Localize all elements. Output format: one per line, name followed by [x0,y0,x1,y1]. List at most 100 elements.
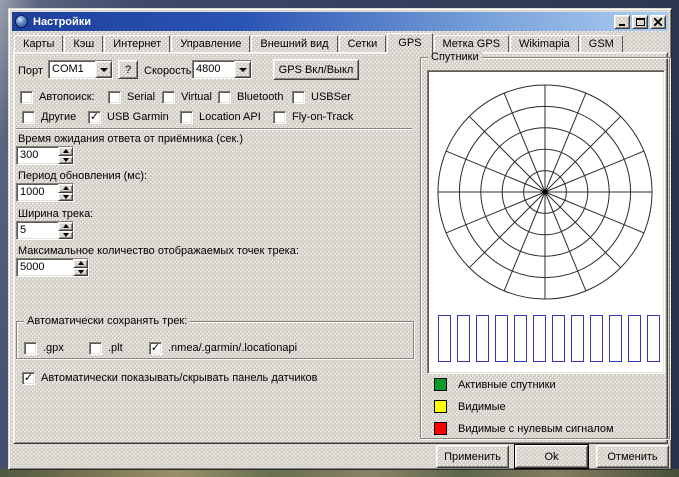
signal-bar [628,315,641,362]
update-period-value[interactable]: 1000 [17,184,58,201]
checkbox-serial[interactable]: Serial [108,90,155,104]
checkbox-label: Автоматически показывать/скрывать панель… [41,372,317,384]
maximize-button[interactable] [632,15,648,29]
satellite-radar-panel [427,70,665,374]
title-bar[interactable]: Настройки [12,12,668,31]
spin-up-button[interactable] [58,222,73,231]
port-dropdown-arrow-icon[interactable] [95,61,112,78]
satellites-group-title: Спутники [428,51,482,63]
spin-down-button[interactable] [73,268,88,277]
tab-strip: КартыКэшИнтернетУправлениеВнешний видСет… [14,33,624,52]
tab-wikimapia[interactable]: Wikimapia [510,35,579,52]
tab-управление[interactable]: Управление [171,35,250,52]
checkbox-location-api[interactable]: Location API [180,110,261,124]
checkbox-box[interactable] [24,342,37,355]
checkbox-label: Другие [41,111,76,123]
checkbox-box[interactable]: ✓ [88,111,101,124]
close-button[interactable] [650,15,666,29]
signal-bar [438,315,451,362]
checkbox-box[interactable] [273,111,286,124]
settings-dialog: Настройки КартыКэшИнтернетУправлениеВнеш… [8,8,672,470]
tab-сетки[interactable]: Сетки [339,35,387,52]
spin-down-button[interactable] [58,193,73,202]
speed-select[interactable]: 4800 [192,60,252,79]
speed-value: 4800 [193,61,234,78]
checkbox-virtual[interactable]: Virtual [162,90,212,104]
legend-swatch [434,378,447,391]
spin-down-button[interactable] [58,231,73,240]
legend-label: Видимые [458,401,506,413]
signal-bar [571,315,584,362]
close-icon [654,18,662,26]
checkbox-label: Location API [199,111,261,123]
check-icon: ✓ [151,342,160,353]
update-period-spinner[interactable]: 1000 [16,183,74,202]
checkbox-nmea-garmin-locationapi[interactable]: ✓.nmea/.garmin/.locationapi [149,341,297,355]
tab-внешний-вид[interactable]: Внешний вид [251,35,337,52]
tab-интернет[interactable]: Интернет [104,35,170,52]
checkbox-box[interactable] [292,91,305,104]
checkbox-label: Fly-on-Track [292,111,353,123]
signal-bar [495,315,508,362]
track-width-spinner[interactable]: 5 [16,221,74,240]
legend-item-1: Видимые [434,400,663,413]
tab-карты[interactable]: Карты [14,35,63,52]
legend-swatch [434,422,447,435]
track-width-value[interactable]: 5 [17,222,58,239]
checkbox-gpx[interactable]: .gpx [24,341,64,355]
tab-кэш[interactable]: Кэш [64,35,103,52]
checkbox-sensors-panel[interactable]: ✓ Автоматически показывать/скрывать панел… [22,371,317,385]
timeout-spinner[interactable]: 300 [16,146,74,165]
checkbox-box[interactable]: ✓ [22,372,35,385]
spin-down-button[interactable] [58,156,73,165]
checkbox-label: Virtual [181,91,212,103]
checkbox-label: USBSer [311,91,351,103]
tab-gps[interactable]: GPS [387,33,432,54]
timeout-value[interactable]: 300 [17,147,58,164]
checkbox-box[interactable] [89,342,102,355]
checkbox-usb-garmin[interactable]: ✓USB Garmin [88,110,169,124]
signal-bar [552,315,565,362]
cancel-button[interactable]: Отменить [596,445,669,468]
checkbox-box[interactable] [108,91,121,104]
checkbox-bluetooth[interactable]: Bluetooth [218,90,283,104]
checkbox-box[interactable] [20,91,33,104]
checkbox-plt[interactable]: .plt [89,341,123,355]
spin-up-button[interactable] [58,184,73,193]
checkbox-label: Serial [127,91,155,103]
speed-dropdown-arrow-icon[interactable] [234,61,251,78]
checkbox-label: .gpx [43,342,64,354]
spin-up-button[interactable] [58,147,73,156]
checkbox-box[interactable] [180,111,193,124]
gps-toggle-button[interactable]: GPS Вкл/Выкл [273,59,359,80]
checkbox-box[interactable] [162,91,175,104]
checkbox-box[interactable] [22,111,35,124]
signal-bar [476,315,489,362]
checkbox-other[interactable]: Другие [22,110,76,124]
spin-up-button[interactable] [73,259,88,268]
separator [16,128,412,130]
legend-item-0: Активные спутники [434,378,663,391]
checkbox-box[interactable]: ✓ [149,342,162,355]
port-select[interactable]: COM1 [48,60,113,79]
port-value: COM1 [49,61,95,78]
checkbox-box[interactable] [218,91,231,104]
legend-label: Активные спутники [458,379,556,391]
tab-gsm[interactable]: GSM [580,35,623,52]
max-points-spinner[interactable]: 5000 [16,258,89,277]
checkbox-usbser[interactable]: USBSer [292,90,351,104]
apply-button[interactable]: Применить [436,445,509,468]
signal-bar [514,315,527,362]
tab-метка-gps[interactable]: Метка GPS [434,35,510,52]
signal-bars [438,315,660,362]
checkbox-autosearch[interactable]: Автопоиск: [20,90,95,104]
ok-button[interactable]: Ok [515,445,588,468]
speed-label: Скорость [144,65,192,77]
max-points-value[interactable]: 5000 [17,259,73,276]
checkbox-fly-on-track[interactable]: Fly-on-Track [273,110,353,124]
legend-label: Видимые с нулевым сигналом [458,423,614,435]
port-help-button[interactable]: ? [118,60,138,79]
signal-bar [457,315,470,362]
minimize-button[interactable] [614,15,630,29]
track-width-label: Ширина трека: [18,208,93,220]
